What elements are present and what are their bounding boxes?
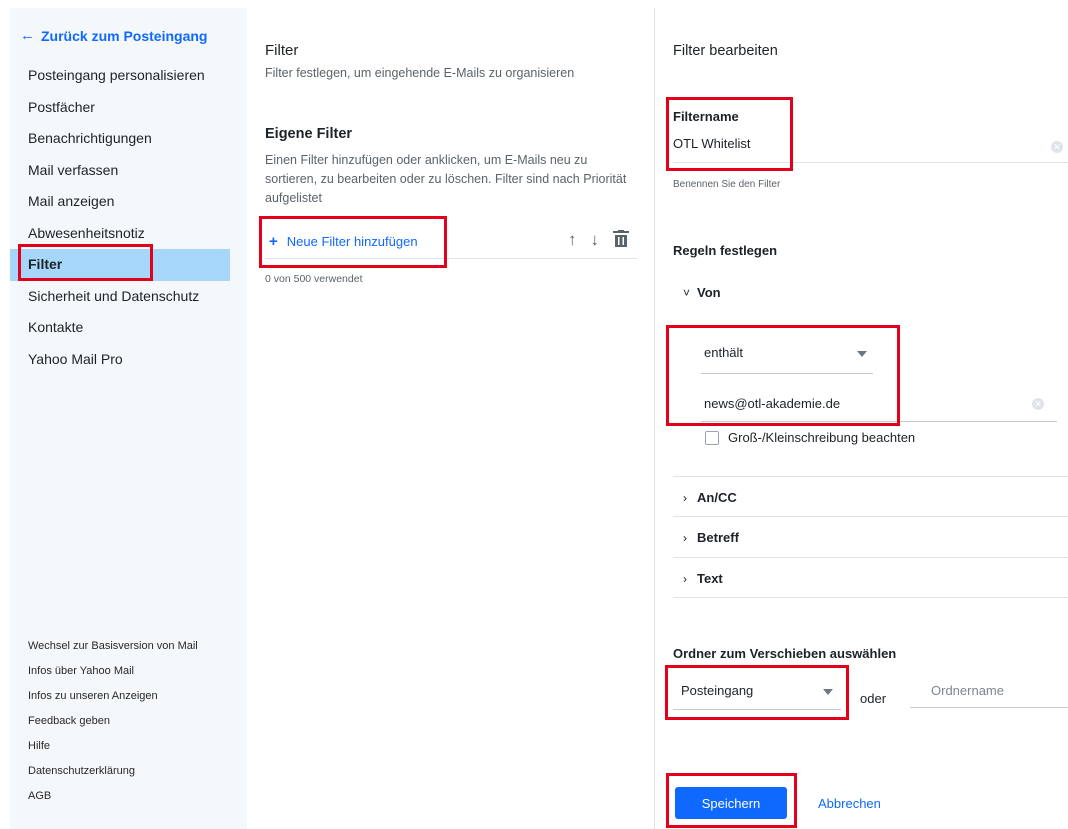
folder-select-value: Posteingang [681,683,754,698]
divider [673,597,1068,598]
add-filter-button[interactable]: + Neue Filter hinzufügen [269,233,418,250]
rule-section-from[interactable]: ˅ Von [683,285,721,300]
footer-link-about-ads[interactable]: Infos zu unseren Anzeigen [28,690,228,702]
sidebar-item-notifications[interactable]: Benachrichtigungen [10,123,230,155]
filter-name-input[interactable] [673,136,1033,151]
filter-toolbar: + Neue Filter hinzufügen ↑ ↓ [265,222,637,259]
sender-value-input[interactable] [704,396,1024,411]
sidebar-item-security-privacy[interactable]: Sicherheit und Datenschutz [10,281,230,313]
trash-icon[interactable] [613,230,629,253]
sidebar-item-compose-mail[interactable]: Mail verfassen [10,155,230,187]
rule-section-from-label: Von [697,285,721,300]
or-label: oder [860,691,887,706]
arrow-left-icon: ← [20,27,35,44]
case-sensitive-checkbox[interactable] [705,430,719,445]
back-to-inbox-link[interactable]: ← Zurück zum Posteingang [20,27,207,44]
footer-link-privacy[interactable]: Datenschutzerklärung [28,765,228,777]
rule-section-subject-label: Betreff [697,530,739,545]
sidebar-item-mailboxes[interactable]: Postfächer [10,92,230,124]
rule-section-to-cc-label: An/CC [697,490,737,505]
rules-heading: Regeln festlegen [673,243,778,258]
divider [673,476,1068,477]
rule-section-subject[interactable]: › Betreff [683,530,739,545]
filter-name-label: Filtername [673,109,739,124]
sidebar-item-contacts[interactable]: Kontakte [10,312,230,344]
chevron-right-icon: › [683,490,687,505]
folder-name-input[interactable] [931,683,1061,698]
chevron-right-icon: › [683,530,687,545]
clear-icon[interactable]: ✕ [1051,141,1063,153]
condition-value: enthält [704,345,744,360]
sidebar-item-vacation-response[interactable]: Abwesenheitsnotiz [10,218,230,250]
sender-value-field[interactable]: ✕ [701,387,1057,422]
sidebar-item-filters[interactable]: Filter [10,249,230,281]
rule-section-to-cc[interactable]: › An/CC [683,490,737,505]
chevron-down-icon: ˅ [683,285,691,300]
arrow-down-icon[interactable]: ↓ [591,230,600,253]
footer-link-feedback[interactable]: Feedback geben [28,715,228,727]
filter-order-controls: ↑ ↓ [568,230,629,253]
arrow-up-icon[interactable]: ↑ [568,230,577,253]
folder-heading: Ordner zum Verschieben auswählen [673,646,897,661]
own-filters-description: Einen Filter hinzufügen oder anklicken, … [265,153,627,205]
sidebar-item-yahoo-mail-pro[interactable]: Yahoo Mail Pro [10,344,230,376]
filter-name-field[interactable]: ✕ [673,130,1068,163]
filter-name-hint: Benennen Sie den Filter [673,179,781,190]
case-sensitive-option[interactable]: Groß-/Kleinschreibung beachten [705,430,915,445]
sidebar-item-view-mail[interactable]: Mail anzeigen [10,186,230,218]
chevron-right-icon: › [683,571,687,586]
page-title: Filter [265,42,299,59]
settings-nav: Posteingang personalisieren Postfächer B… [10,60,230,375]
plus-icon: + [269,233,278,250]
caret-down-icon [823,689,833,695]
page-subtitle: Filter festlegen, um eingehende E-Mails … [265,66,575,80]
back-to-inbox-label: Zurück zum Posteingang [41,27,208,44]
filter-usage-count: 0 von 500 verwendet [265,273,363,285]
case-sensitive-label: Groß-/Kleinschreibung beachten [728,430,916,445]
column-divider [654,8,655,829]
add-filter-label: Neue Filter hinzufügen [286,234,418,249]
condition-select[interactable]: enthält [701,336,873,374]
folder-name-field[interactable] [910,672,1068,708]
sidebar-footer-links: Wechsel zur Basisversion von Mail Infos … [28,640,228,799]
footer-link-basic-version[interactable]: Wechsel zur Basisversion von Mail [28,640,218,652]
sidebar-item-personalize-inbox[interactable]: Posteingang personalisieren [10,60,230,92]
save-button[interactable]: Speichern [675,787,787,819]
clear-icon[interactable]: ✕ [1032,398,1044,410]
caret-down-icon [857,351,867,357]
edit-filter-title: Filter bearbeiten [673,43,778,59]
rule-section-text[interactable]: › Text [683,571,723,586]
footer-link-help[interactable]: Hilfe [28,740,228,752]
footer-link-about-yahoo-mail[interactable]: Infos über Yahoo Mail [28,665,228,677]
settings-sidebar: ← Zurück zum Posteingang Posteingang per… [10,8,247,829]
divider [673,516,1068,517]
cancel-button[interactable]: Abbrechen [818,796,881,811]
own-filters-heading: Eigene Filter [265,126,353,142]
rule-section-text-label: Text [697,571,723,586]
footer-link-terms[interactable]: AGB [28,790,228,799]
divider [673,557,1068,558]
folder-select[interactable]: Posteingang [673,672,841,710]
